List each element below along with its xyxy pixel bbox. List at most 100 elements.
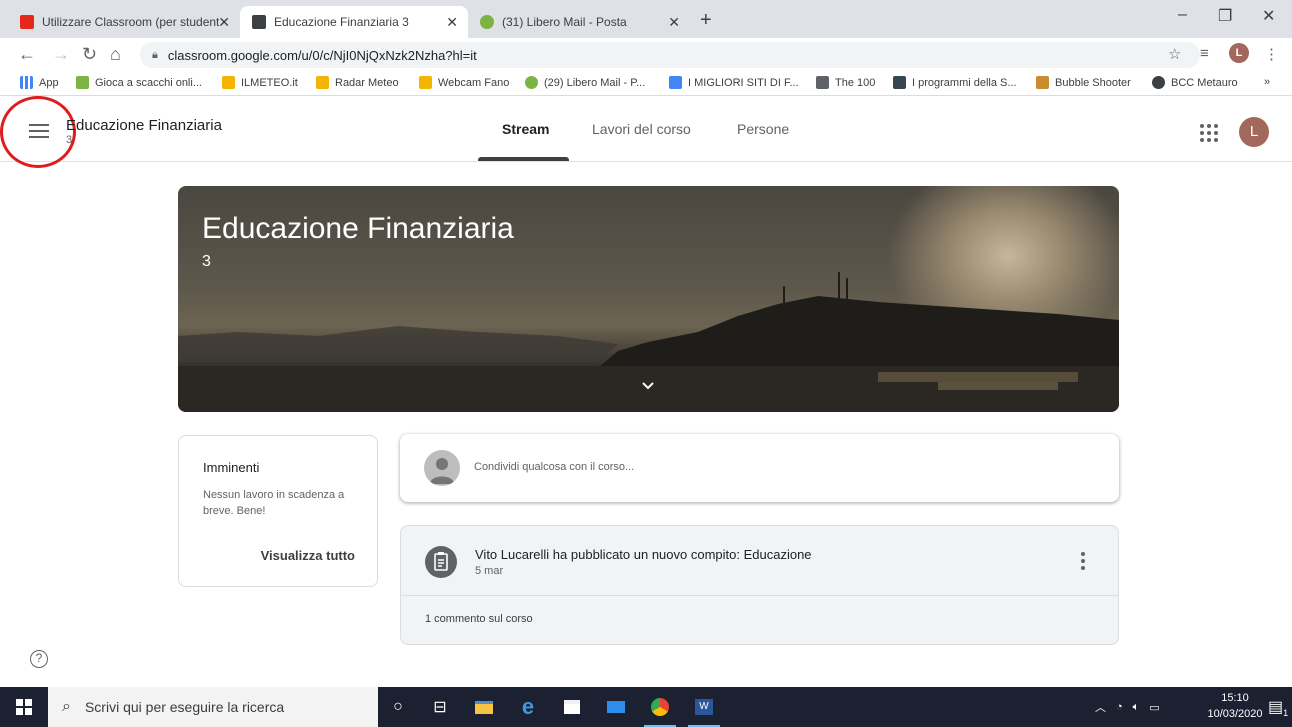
bookmark-the-100[interactable]: The 100: [816, 76, 875, 89]
bookmarks-overflow-icon[interactable]: »: [1264, 76, 1270, 88]
tab-stream[interactable]: Stream: [502, 121, 549, 137]
battery-icon[interactable]: ▭: [1149, 701, 1159, 714]
restore-window-icon[interactable]: ❐: [1218, 6, 1232, 26]
volume-icon[interactable]: 🔈︎: [1133, 701, 1140, 714]
webcam-icon: [419, 76, 432, 89]
reload-icon[interactable]: ↻: [82, 44, 97, 65]
bookmark-radar-meteo[interactable]: Radar Meteo: [316, 76, 399, 89]
edge-browser-icon[interactable]: e: [508, 687, 548, 727]
mail-icon[interactable]: [596, 687, 636, 727]
bookmark-app[interactable]: App: [20, 76, 59, 89]
youtube-favicon-icon: [20, 15, 34, 29]
bookmark-label: I MIGLIORI SITI DI F...: [688, 76, 799, 89]
taskbar-search-placeholder: Scrivi qui per eseguire la ricerca: [84, 699, 285, 715]
clock-time: 15:10: [1221, 692, 1249, 704]
course-title[interactable]: Educazione Finanziaria: [66, 117, 222, 134]
programmi-icon: [893, 76, 906, 89]
clock-date: 10/03/2020: [1207, 708, 1263, 720]
store-icon[interactable]: [552, 687, 592, 727]
windows-taskbar: ⌕ Scrivi qui per eseguire la ricerca ○ ⊟…: [0, 687, 1292, 727]
close-tab-icon[interactable]: ✕: [218, 14, 230, 31]
back-arrow-icon[interactable]: ←: [18, 44, 36, 65]
browser-tab-course[interactable]: Educazione Finanziaria 3 ✕: [240, 6, 468, 38]
class-comments-link[interactable]: 1 commento sul corso: [425, 613, 533, 625]
bookmark-star-icon[interactable]: ☆: [1168, 45, 1181, 63]
upcoming-description: Nessun lavoro in scadenza a breve. Bene!: [203, 489, 345, 517]
taskbar-search-box[interactable]: ⌕ Scrivi qui per eseguire la ricerca: [48, 687, 378, 727]
bookmark-bcc-metauro[interactable]: BCC Metauro: [1152, 76, 1238, 89]
help-icon[interactable]: ?: [30, 650, 48, 668]
post-title[interactable]: Vito Lucarelli ha pubblicato un nuovo co…: [475, 547, 812, 562]
task-view-icon[interactable]: ⊟: [420, 687, 460, 727]
person-silhouette-icon: [430, 458, 454, 484]
account-avatar[interactable]: L: [1239, 117, 1269, 147]
chess-icon: [76, 76, 89, 89]
apps-icon: [20, 76, 33, 89]
bookmark-label: Bubble Shooter: [1055, 76, 1131, 89]
radar-meteo-icon: [316, 76, 329, 89]
bookmark-label: Gioca a scacchi onli...: [95, 76, 202, 89]
file-explorer-icon[interactable]: [464, 687, 504, 727]
browser-profile-avatar[interactable]: L: [1229, 43, 1249, 63]
forward-arrow-icon[interactable]: →: [52, 44, 70, 65]
tab-title: Educazione Finanziaria 3: [274, 15, 409, 29]
divider: [401, 595, 1118, 596]
cortana-icon[interactable]: ○: [378, 687, 418, 727]
banner-course-section: 3: [202, 253, 211, 270]
bookmark-label: BCC Metauro: [1171, 76, 1238, 89]
active-tab-indicator: [478, 157, 569, 161]
bookmark-label: App: [39, 76, 59, 89]
share-placeholder[interactable]: Condividi qualcosa con il corso...: [474, 461, 634, 473]
close-tab-icon[interactable]: ✕: [668, 14, 680, 31]
close-tab-icon[interactable]: ✕: [446, 14, 458, 31]
user-placeholder-avatar: [424, 450, 460, 486]
banner-course-title: Educazione Finanziaria: [202, 212, 514, 245]
browser-toolbar: ← → ↻ ⌂ 🔒︎ classroom.google.com/u/0/c/Nj…: [0, 38, 1292, 72]
browser-tab-libero-mail[interactable]: (31) Libero Mail - Posta ✕: [468, 6, 690, 38]
network-icon[interactable]: ◔: [1116, 701, 1123, 713]
bookmark-label: Webcam Fano: [438, 76, 510, 89]
taskbar-clock[interactable]: 15:10 10/03/2020: [1205, 690, 1265, 722]
reading-list-icon[interactable]: ≡: [1200, 45, 1209, 62]
chevron-down-icon[interactable]: [641, 379, 655, 393]
bookmark-webcam-fano[interactable]: Webcam Fano: [419, 76, 509, 89]
browser-menu-icon[interactable]: ⋮: [1264, 45, 1279, 63]
google-apps-icon[interactable]: [1200, 124, 1218, 142]
bookmark-label: Radar Meteo: [335, 76, 399, 89]
the-100-icon: [816, 76, 829, 89]
bookmark-label: The 100: [835, 76, 876, 89]
bookmark-chess[interactable]: Gioca a scacchi onli...: [76, 76, 202, 89]
share-with-class-box[interactable]: Condividi qualcosa con il corso...: [400, 434, 1119, 502]
bookmark-programmi[interactable]: I programmi della S...: [893, 76, 1017, 89]
word-icon[interactable]: W: [684, 687, 724, 727]
ilmeteo-icon: [222, 76, 235, 89]
new-tab-plus-icon[interactable]: +: [700, 9, 712, 32]
home-icon[interactable]: ⌂: [110, 44, 121, 65]
upcoming-title: Imminenti: [203, 460, 260, 475]
course-section: 3: [66, 134, 73, 146]
bookmark-ilmeteo[interactable]: ILMETEO.it: [222, 76, 298, 89]
browser-tab-classroom-help[interactable]: Utilizzare Classroom (per student ✕: [8, 6, 240, 38]
bookmark-bubble-shooter[interactable]: Bubble Shooter: [1036, 76, 1131, 89]
bookmark-label: (29) Libero Mail - P...: [544, 76, 646, 89]
folder-site-icon: [669, 76, 682, 89]
tab-people[interactable]: Persone: [737, 121, 789, 137]
chrome-taskbar-icon[interactable]: [640, 687, 680, 727]
bookmark-libero-mail[interactable]: (29) Libero Mail - P...: [525, 76, 645, 89]
assignment-glyph-icon: [434, 552, 448, 571]
address-bar[interactable]: 🔒︎ classroom.google.com/u/0/c/NjI0NjQxNz…: [140, 42, 1200, 68]
stream-post-card[interactable]: Vito Lucarelli ha pubblicato un nuovo co…: [400, 525, 1119, 645]
show-hidden-icons-icon[interactable]: ︿: [1095, 699, 1106, 715]
more-options-icon[interactable]: [1081, 552, 1085, 570]
close-window-icon[interactable]: ✕: [1262, 6, 1275, 26]
view-all-link[interactable]: Visualizza tutto: [261, 548, 355, 563]
minimize-window-icon[interactable]: –: [1178, 6, 1187, 24]
tab-classwork[interactable]: Lavori del corso: [592, 121, 691, 137]
windows-start-icon[interactable]: [16, 699, 32, 715]
action-center-icon[interactable]: ▤1: [1268, 697, 1288, 718]
bubble-shooter-icon: [1036, 76, 1049, 89]
bookmark-migliori-siti[interactable]: I MIGLIORI SITI DI F...: [669, 76, 799, 89]
highlight-circle-annotation: [0, 96, 76, 168]
libero-favicon-icon: [480, 15, 494, 29]
url-text: classroom.google.com/u/0/c/NjI0NjQxNzk2N…: [167, 47, 477, 63]
